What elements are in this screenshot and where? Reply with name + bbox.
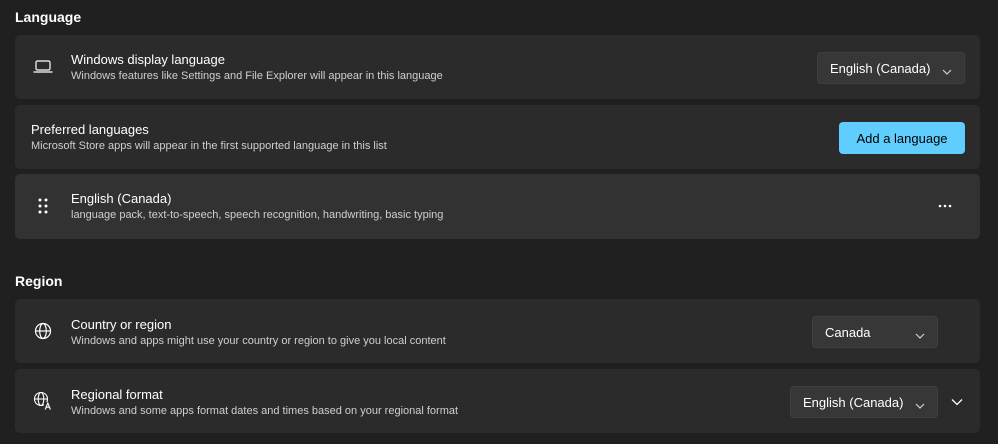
regional-format-dropdown[interactable]: English (Canada) <box>790 386 938 418</box>
preferred-languages-description: Microsoft Store apps will appear in the … <box>31 140 387 152</box>
country-region-title: Country or region <box>71 317 172 332</box>
laptop-icon <box>33 57 53 77</box>
language-section-heading: Language <box>15 9 82 25</box>
chevron-down-icon <box>915 398 925 413</box>
expand-chevron-button[interactable] <box>945 390 969 414</box>
language-format-icon <box>33 391 53 411</box>
regional-format-card[interactable]: Regional format Windows and some apps fo… <box>15 369 980 433</box>
display-language-selected: English (Canada) <box>830 60 931 76</box>
chevron-down-icon <box>915 328 925 343</box>
add-language-button[interactable]: Add a language <box>839 122 965 154</box>
country-region-description: Windows and apps might use your country … <box>71 335 446 347</box>
more-options-button[interactable] <box>929 190 961 222</box>
regional-format-title: Regional format <box>71 387 163 402</box>
region-section-heading: Region <box>15 273 63 289</box>
regional-format-description: Windows and some apps format dates and t… <box>71 405 459 417</box>
regional-format-selected: English (Canada) <box>803 394 904 410</box>
display-language-description: Windows features like Settings and File … <box>71 70 443 82</box>
drag-handle-icon[interactable] <box>33 196 53 216</box>
country-region-dropdown[interactable]: Canada <box>812 316 938 348</box>
country-region-card: Country or region Windows and apps might… <box>15 299 980 363</box>
language-item-features: language pack, text-to-speech, speech re… <box>71 209 444 221</box>
globe-icon <box>33 321 53 341</box>
preferred-languages-card: Preferred languages Microsoft Store apps… <box>15 105 980 169</box>
display-language-title: Windows display language <box>71 52 225 67</box>
preferred-languages-title: Preferred languages <box>31 122 149 137</box>
chevron-down-icon <box>942 64 952 79</box>
language-item-english-canada[interactable]: English (Canada) language pack, text-to-… <box>15 174 980 239</box>
language-item-name: English (Canada) <box>71 191 172 206</box>
country-region-selected: Canada <box>825 324 871 340</box>
display-language-dropdown[interactable]: English (Canada) <box>817 52 965 84</box>
display-language-card: Windows display language Windows feature… <box>15 35 980 99</box>
